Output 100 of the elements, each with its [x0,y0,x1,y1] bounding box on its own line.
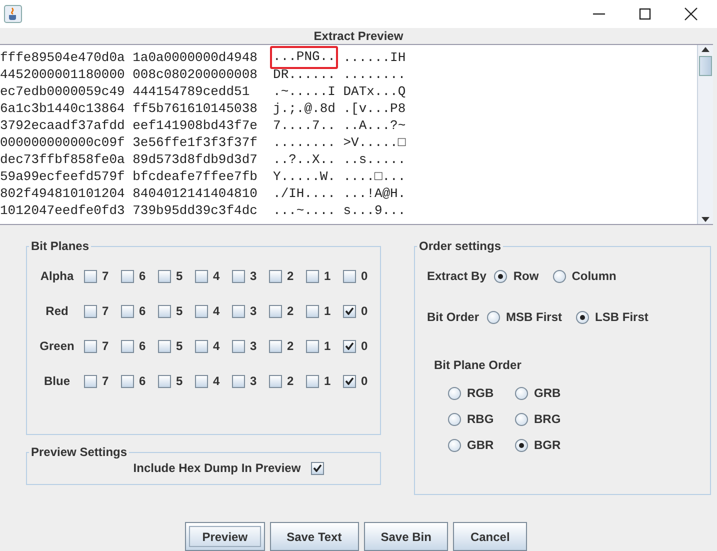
close-icon[interactable] [683,6,699,22]
radio-button[interactable] [494,270,508,282]
radio-label: Column [572,269,616,283]
check-icon [345,307,354,315]
radio-label: RGB [467,386,494,400]
radio-button[interactable] [515,438,528,452]
checkbox[interactable] [195,304,208,318]
hex-bytes: ec7edb0000059c49 [0,83,125,100]
checkbox[interactable] [269,270,282,282]
ascii-text: ..A...?~ [343,117,406,134]
radio-button[interactable] [515,386,528,400]
checkbox[interactable] [269,340,282,352]
checkbox-label: 6 [139,269,146,283]
checkbox[interactable] [343,270,356,282]
checkbox[interactable] [158,374,171,388]
checkbox[interactable] [306,340,319,352]
ascii-text: ......IH [343,49,406,66]
ascii-text: ....□... [343,168,406,185]
checkbox-label: 1 [324,374,331,388]
radio-button[interactable] [552,270,566,282]
scroll-thumb[interactable] [699,56,712,76]
radio-button[interactable] [515,412,528,426]
checkbox[interactable] [195,340,208,352]
checkbox[interactable] [121,304,134,318]
checkbox[interactable] [232,270,245,282]
hex-bytes: 1012047eedfe0fd3 [0,202,125,219]
option-label: Bit Plane Order [433,358,522,372]
radio-button[interactable] [487,310,500,324]
checkbox[interactable] [121,374,134,388]
ascii-text: ./IH.... [273,185,336,202]
scroll-down-icon[interactable] [700,215,711,224]
scrollbar[interactable] [697,45,713,224]
checkbox-label: 3 [250,304,257,318]
hex-bytes: 008c080200000008 [132,66,258,83]
ascii-text: ..s..... [343,151,406,168]
option-label: Bit Order [427,310,480,324]
checkbox[interactable] [121,270,134,282]
checkbox-label: 1 [324,269,331,283]
check-icon [345,377,354,385]
checkbox[interactable] [84,270,97,282]
dialog-button[interactable]: Save Text [270,522,359,551]
checkbox-label: 7 [102,269,109,283]
checkbox-label: 2 [287,339,294,353]
checkbox[interactable] [232,304,245,318]
checkbox-label: 0 [361,304,368,318]
checkbox[interactable] [306,374,319,388]
ascii-text: DR...... [273,66,336,83]
checkbox[interactable] [343,374,356,388]
hex-bytes: 6a1c3b1440c13864 [0,100,125,117]
radio-button[interactable] [448,412,461,426]
checkbox-label: 4 [213,374,220,388]
hex-bytes: bfcdeafe7ffee7fb [132,168,258,185]
ascii-text: 7....7.. [273,117,336,134]
radio-label: Row [513,269,539,283]
hex-bytes: 3e56ffe1f3f3f37f [132,134,258,151]
checkbox[interactable] [306,270,319,282]
checkbox[interactable] [343,340,356,352]
dialog-button[interactable]: Save Bin [364,522,448,551]
checkbox[interactable] [84,304,97,318]
checkbox[interactable] [306,304,319,318]
checkbox-label: 7 [102,304,109,318]
checkbox-label: 5 [176,374,183,388]
group-title: Order settings [418,239,502,253]
checkbox-label: 3 [250,374,257,388]
checkbox[interactable] [195,374,208,388]
hex-bytes: 59a99ecfeefd579f [0,168,125,185]
checkbox-label: 7 [102,374,109,388]
checkbox[interactable] [232,374,245,388]
checkbox[interactable] [158,304,171,318]
hex-bytes: 1a0a0000000d4948 [132,49,258,66]
checkbox[interactable] [195,270,208,282]
hex-bytes: dec73ffbf858fe0a [0,151,125,168]
hex-bytes: 4452000001180000 [0,66,125,83]
preview-button[interactable]: Preview [185,522,265,551]
checkbox[interactable] [232,340,245,352]
check-icon [312,464,322,472]
checkbox[interactable] [269,374,282,388]
checkbox[interactable] [269,304,282,318]
checkbox[interactable] [158,270,171,282]
checkbox-label: Include Hex Dump In Preview [133,461,301,475]
ascii-text: .~.....I [273,83,336,100]
hex-bytes: 89d573d8fdb9d3d7 [132,151,258,168]
checkbox[interactable] [310,462,324,474]
checkbox-label: 1 [324,304,331,318]
radio-button[interactable] [576,310,590,324]
checkbox[interactable] [121,340,134,352]
checkbox[interactable] [84,340,97,352]
checkbox-label: 0 [361,339,368,353]
checkbox-label: 5 [176,269,183,283]
radio-button[interactable] [448,438,461,452]
checkbox[interactable] [343,304,356,318]
hex-bytes: 000000000000c09f [0,134,125,151]
ascii-text: >V.....□ [343,134,406,151]
checkbox[interactable] [84,374,97,388]
channel-label: Alpha [39,269,75,283]
dialog-button[interactable]: Cancel [453,522,527,551]
radio-button[interactable] [448,386,461,400]
checkbox[interactable] [158,340,171,352]
hex-bytes: 802f494810101204 [0,185,125,202]
maximize-icon[interactable] [637,6,653,22]
